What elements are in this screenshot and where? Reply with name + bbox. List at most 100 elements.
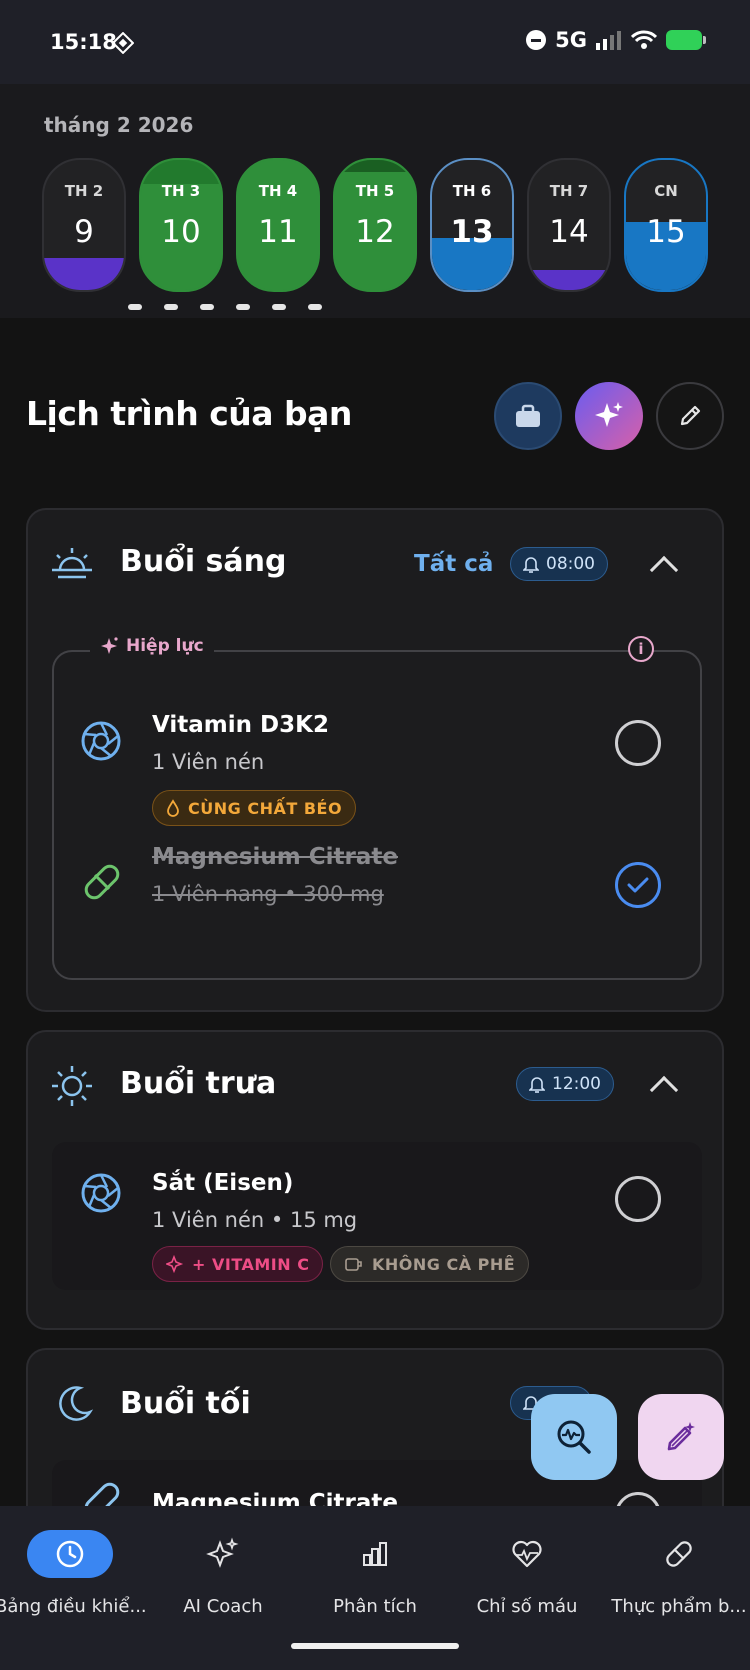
schedule-title: Lịch trình của bạn — [26, 394, 352, 433]
day-name: TH 7 — [549, 182, 589, 200]
sparkle-icon — [101, 637, 118, 654]
item-dose: 1 Viên nang • 300 mg — [152, 882, 384, 906]
briefcase-icon — [516, 404, 540, 427]
droplet-icon — [167, 799, 179, 817]
info-icon[interactable]: i — [628, 636, 654, 662]
day-13-selected[interactable]: TH 6 13 — [430, 158, 514, 292]
day-number: 14 — [549, 214, 589, 250]
sparkle-icon — [166, 1255, 184, 1273]
day-number: 15 — [646, 214, 686, 250]
battery-icon — [666, 30, 706, 50]
reminder-time: 08:00 — [546, 554, 595, 574]
nav-dashboard[interactable]: Bảng điều khiể... — [0, 1530, 145, 1617]
day-10[interactable]: TH 3 10 — [139, 158, 223, 292]
nav-analytics[interactable]: Phân tích — [300, 1530, 450, 1617]
item-name: Magnesium Citrate — [152, 844, 398, 870]
checked-circle[interactable] — [615, 862, 661, 908]
nav-label: Chỉ số máu — [476, 1596, 578, 1617]
bar-chart-icon — [363, 1542, 387, 1566]
day-name: TH 4 — [258, 182, 298, 200]
capsule-icon — [84, 864, 120, 900]
sparkle-icon — [595, 402, 623, 427]
sun-icon — [52, 1066, 92, 1106]
day-12[interactable]: TH 5 12 — [333, 158, 417, 292]
moon-icon — [59, 1386, 94, 1421]
day-strip: TH 2 9 TH 3 10 TH 4 11 TH 5 12 TH 6 13 T… — [42, 158, 708, 292]
nav-active-pill — [27, 1530, 113, 1578]
month-label: tháng 2 2026 — [44, 113, 194, 137]
section-title: Buổi trưa — [120, 1066, 277, 1101]
sunrise-icon — [52, 548, 92, 579]
diamond-icon — [112, 32, 134, 54]
checkmark-icon — [627, 877, 649, 893]
home-indicator[interactable] — [291, 1643, 459, 1649]
synergy-label: Hiệp lực — [90, 636, 214, 656]
sparkle-icon — [206, 1537, 239, 1568]
nav-label: Phân tích — [333, 1596, 417, 1617]
item-dose: 1 Viên nén — [152, 750, 265, 774]
pencil-sparkle-icon — [667, 1422, 695, 1451]
nav-blood-markers[interactable]: Chỉ số máu — [452, 1530, 602, 1617]
noon-section: Buổi trưa 12:00 Sắt (Eisen) 1 Viên nén •… — [26, 1030, 724, 1330]
day-name: TH 2 — [64, 182, 104, 200]
day-name: CN — [654, 182, 678, 200]
wifi-icon — [631, 30, 657, 49]
day-number: 10 — [161, 214, 201, 250]
supplements-bag-button[interactable] — [494, 382, 562, 450]
signal-icon — [596, 31, 621, 50]
tablet-aperture-icon — [81, 721, 121, 761]
no-coffee-tag: KHÔNG CÀ PHÊ — [330, 1246, 530, 1282]
ai-suggest-button[interactable] — [575, 382, 643, 450]
checkbox-circle[interactable] — [615, 1176, 661, 1222]
pill-icon — [666, 1541, 692, 1567]
vitamin-c-tag: + VITAMIN C — [152, 1246, 324, 1282]
morning-section: Buổi sáng Tất cả 08:00 Hiệp lực i Vitami… — [26, 508, 724, 1012]
reminder-time: 12:00 — [552, 1074, 601, 1094]
day-number: 9 — [74, 214, 94, 250]
mark-all-link[interactable]: Tất cả — [414, 551, 493, 577]
day-11[interactable]: TH 4 11 — [236, 158, 320, 292]
status-bar: 15:18 5G — [0, 0, 750, 84]
log-fab-button[interactable] — [638, 1394, 724, 1480]
bell-icon — [529, 1077, 545, 1093]
checkbox-circle[interactable] — [615, 720, 661, 766]
reminder-time-button[interactable]: 12:00 — [516, 1067, 614, 1101]
clipped-text-artifact — [128, 304, 368, 314]
day-name: TH 6 — [452, 182, 492, 200]
item-name: Vitamin D3K2 — [152, 712, 329, 738]
collapse-chevron-icon[interactable] — [649, 555, 679, 585]
do-not-disturb-icon — [526, 30, 547, 50]
edit-schedule-button[interactable] — [656, 382, 724, 450]
day-number: 13 — [450, 214, 494, 250]
item-name: Sắt (Eisen) — [152, 1170, 294, 1196]
section-title: Buổi tối — [120, 1386, 251, 1421]
collapse-chevron-icon[interactable] — [649, 1075, 679, 1105]
nav-label: Thực phẩm b... — [611, 1596, 747, 1617]
nav-ai-coach[interactable]: AI Coach — [148, 1530, 298, 1617]
nav-label: Bảng điều khiể... — [0, 1596, 145, 1617]
pencil-icon — [680, 405, 701, 426]
nav-label: AI Coach — [183, 1596, 263, 1617]
clock-icon — [56, 1540, 84, 1568]
day-number: 12 — [355, 214, 395, 250]
day-number: 11 — [258, 214, 298, 250]
nav-supplements[interactable]: Thực phẩm b... — [604, 1530, 750, 1617]
day-name: TH 5 — [355, 182, 395, 200]
search-pulse-icon — [557, 1420, 591, 1454]
bell-icon — [523, 557, 539, 573]
status-time: 15:18 — [50, 30, 117, 54]
day-14[interactable]: TH 7 14 — [527, 158, 611, 292]
with-fat-tag: CÙNG CHẤT BÉO — [152, 790, 357, 826]
day-9[interactable]: TH 2 9 — [42, 158, 126, 292]
synergy-label-text: Hiệp lực — [126, 636, 204, 656]
item-dose: 1 Viên nén • 15 mg — [152, 1208, 358, 1232]
heart-pulse-icon — [512, 1540, 542, 1568]
tag-text: + VITAMIN C — [192, 1254, 310, 1274]
reminder-time-button[interactable]: 08:00 — [510, 547, 608, 581]
day-15[interactable]: CN 15 — [624, 158, 708, 292]
network-type: 5G — [555, 28, 587, 52]
synergy-group — [52, 650, 702, 980]
tag-text: KHÔNG CÀ PHÊ — [372, 1254, 516, 1274]
analyze-fab-button[interactable] — [531, 1394, 617, 1480]
day-name: TH 3 — [161, 182, 201, 200]
